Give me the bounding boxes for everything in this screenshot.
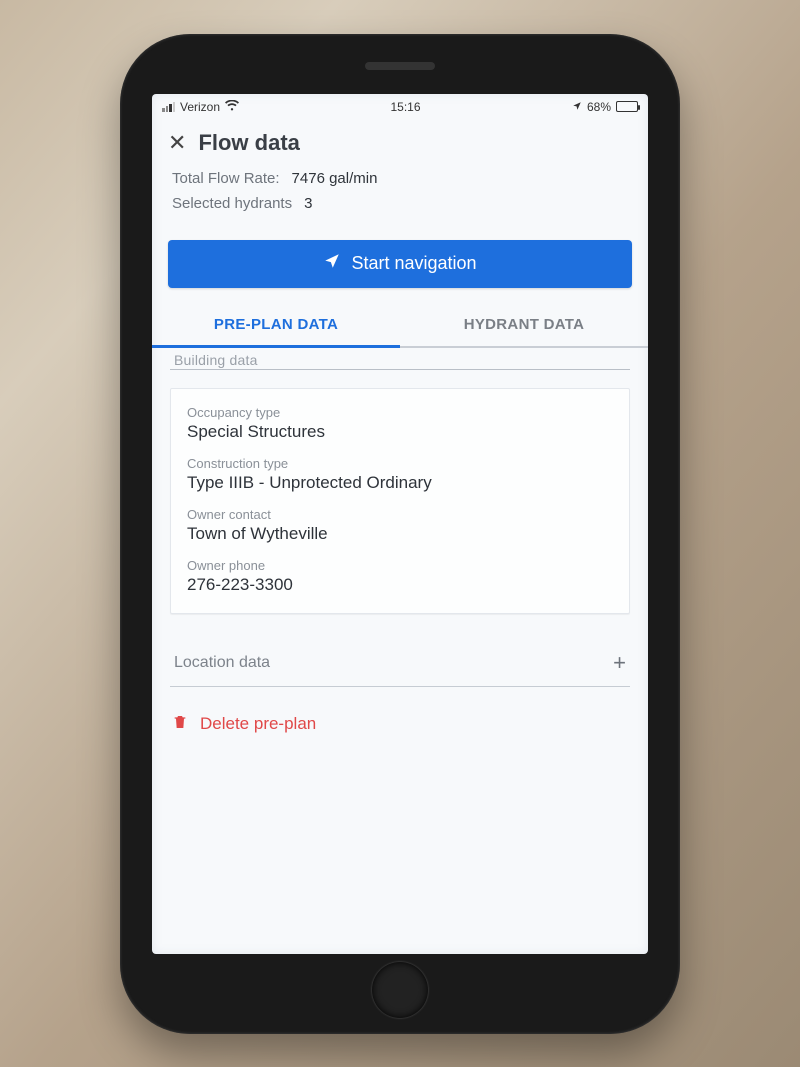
status-bar: Verizon 15:16 68% [152,94,648,120]
signal-icon [162,102,175,112]
owner-phone-label: Owner phone [187,558,613,573]
delete-pre-plan-label: Delete pre-plan [200,714,316,734]
tab-bar: PRE-PLAN DATA HYDRANT DATA [152,302,648,348]
battery-icon [616,101,638,112]
home-button[interactable] [372,962,428,1018]
phone-speaker [365,62,435,70]
location-services-icon [572,100,582,114]
clock: 15:16 [390,100,420,114]
flow-rate-value: 7476 gal/min [292,170,378,187]
construction-type-label: Construction type [187,456,613,471]
location-data-section[interactable]: Location data + [170,632,630,687]
battery-pct: 68% [587,100,611,114]
occupancy-type-value: Special Structures [187,422,613,442]
close-icon[interactable]: ✕ [168,132,186,154]
tab-pre-plan-data[interactable]: PRE-PLAN DATA [152,302,400,348]
app-screen: Verizon 15:16 68% ✕ Flow data Total Flow… [152,94,648,954]
phone-frame: Verizon 15:16 68% ✕ Flow data Total Flow… [120,34,680,1034]
construction-type-value: Type IIIB - Unprotected Ordinary [187,473,613,493]
previous-section-header[interactable]: Building data [170,348,630,370]
owner-contact-label: Owner contact [187,507,613,522]
tab-content: Building data Occupancy type Special Str… [152,348,648,954]
trash-icon [172,713,188,736]
flow-rate-label: Total Flow Rate: [172,170,280,187]
plus-icon: + [613,650,626,676]
navigation-arrow-icon [323,252,341,275]
tab-hydrant-data[interactable]: HYDRANT DATA [400,302,648,348]
flow-summary: Total Flow Rate: 7476 gal/min Selected h… [152,160,648,234]
location-data-label: Location data [174,654,270,672]
start-navigation-label: Start navigation [351,253,476,274]
hydrants-value: 3 [304,195,312,212]
building-data-card: Occupancy type Special Structures Constr… [170,388,630,614]
hydrants-label: Selected hydrants [172,195,292,212]
wifi-icon [225,100,239,114]
page-title: Flow data [198,130,299,156]
carrier-label: Verizon [180,100,220,114]
owner-contact-value: Town of Wytheville [187,524,613,544]
start-navigation-button[interactable]: Start navigation [168,240,632,288]
page-header: ✕ Flow data [152,120,648,160]
delete-pre-plan-button[interactable]: Delete pre-plan [170,713,630,736]
occupancy-type-label: Occupancy type [187,405,613,420]
owner-phone-value: 276-223-3300 [187,575,613,595]
